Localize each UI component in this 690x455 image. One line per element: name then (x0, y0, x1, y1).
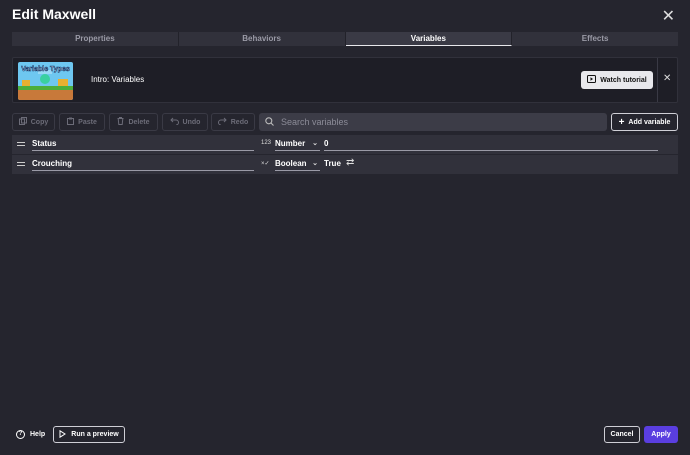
paste-button[interactable]: Paste (59, 113, 105, 131)
close-icon[interactable]: ✕ (662, 6, 675, 26)
tab-variables[interactable]: Variables (345, 32, 513, 46)
variables-list: Status 123 Number ⌄ 0 Crouching ×✓ Boole… (12, 135, 678, 174)
play-icon (587, 75, 597, 85)
tab-properties[interactable]: Properties (12, 32, 179, 46)
toggle-boolean-icon[interactable]: ⇄ (346, 157, 354, 168)
help-label: Help (30, 431, 46, 438)
divider (657, 58, 658, 102)
run-preview-button[interactable]: Run a preview (53, 426, 125, 443)
variable-row: Status 123 Number ⌄ 0 (12, 135, 678, 154)
search-box[interactable] (259, 113, 607, 131)
paste-label: Paste (78, 118, 97, 126)
variables-toolbar: Copy Paste Delete Undo Redo + Add variab… (12, 113, 678, 131)
cancel-button[interactable]: Cancel (604, 426, 640, 443)
variable-value-field[interactable]: 0 (324, 138, 658, 151)
variable-type-select[interactable]: Boolean ⌄ (275, 158, 320, 171)
redo-icon (217, 117, 227, 127)
copy-icon (18, 117, 27, 127)
redo-button[interactable]: Redo (211, 113, 255, 131)
variable-boolean-value: True (324, 159, 341, 168)
delete-label: Delete (128, 118, 150, 126)
add-variable-label: Add variable (628, 118, 671, 126)
dialog-title: Edit Maxwell (12, 6, 97, 22)
add-variable-button[interactable]: + Add variable (611, 113, 678, 131)
redo-label: Redo (230, 118, 249, 126)
boolean-type-icon: ×✓ (261, 161, 270, 167)
variable-row: Crouching ×✓ Boolean ⌄ True ⇄ (12, 154, 678, 173)
drag-handle-icon[interactable] (17, 142, 25, 148)
tutorial-thumbnail[interactable]: Variable Types (18, 62, 73, 100)
tutorial-label: Intro: Variables (91, 75, 145, 84)
chevron-down-icon: ⌄ (312, 160, 318, 167)
delete-button[interactable]: Delete (109, 113, 158, 131)
apply-button[interactable]: Apply (644, 426, 678, 443)
undo-label: Undo (182, 118, 201, 126)
variable-type-select[interactable]: Number ⌄ (275, 138, 320, 151)
help-button[interactable]: ? Help (16, 430, 45, 439)
variable-type-label: Number (275, 139, 306, 148)
copy-label: Copy (30, 118, 49, 126)
copy-button[interactable]: Copy (12, 113, 55, 131)
undo-button[interactable]: Undo (162, 113, 208, 131)
tutorial-thumbnail-title: Variable Types (21, 66, 70, 73)
dismiss-tutorial-icon[interactable]: ✕ (663, 73, 671, 84)
trash-icon (117, 117, 124, 127)
plus-icon: + (618, 116, 625, 128)
tab-behaviors[interactable]: Behaviors (179, 32, 346, 46)
paste-icon (67, 117, 75, 127)
watch-tutorial-label: Watch tutorial (600, 76, 647, 84)
play-icon (59, 429, 67, 440)
number-type-icon: 123 (261, 140, 272, 146)
tutorial-banner: Variable Types Intro: Variables Watch tu… (12, 57, 678, 103)
tab-effects[interactable]: Effects (512, 32, 678, 46)
search-icon (265, 116, 274, 128)
help-icon: ? (16, 430, 25, 439)
run-preview-label: Run a preview (71, 431, 119, 438)
chevron-down-icon: ⌄ (312, 140, 318, 147)
variable-name-field[interactable]: Status (32, 138, 254, 151)
drag-handle-icon[interactable] (17, 162, 25, 168)
variable-name-field[interactable]: Crouching (32, 158, 254, 171)
search-input[interactable] (281, 117, 581, 127)
watch-tutorial-button[interactable]: Watch tutorial (581, 71, 653, 89)
undo-icon (169, 117, 179, 127)
variable-type-label: Boolean (275, 159, 307, 168)
tab-bar: Properties Behaviors Variables Effects (12, 32, 678, 46)
